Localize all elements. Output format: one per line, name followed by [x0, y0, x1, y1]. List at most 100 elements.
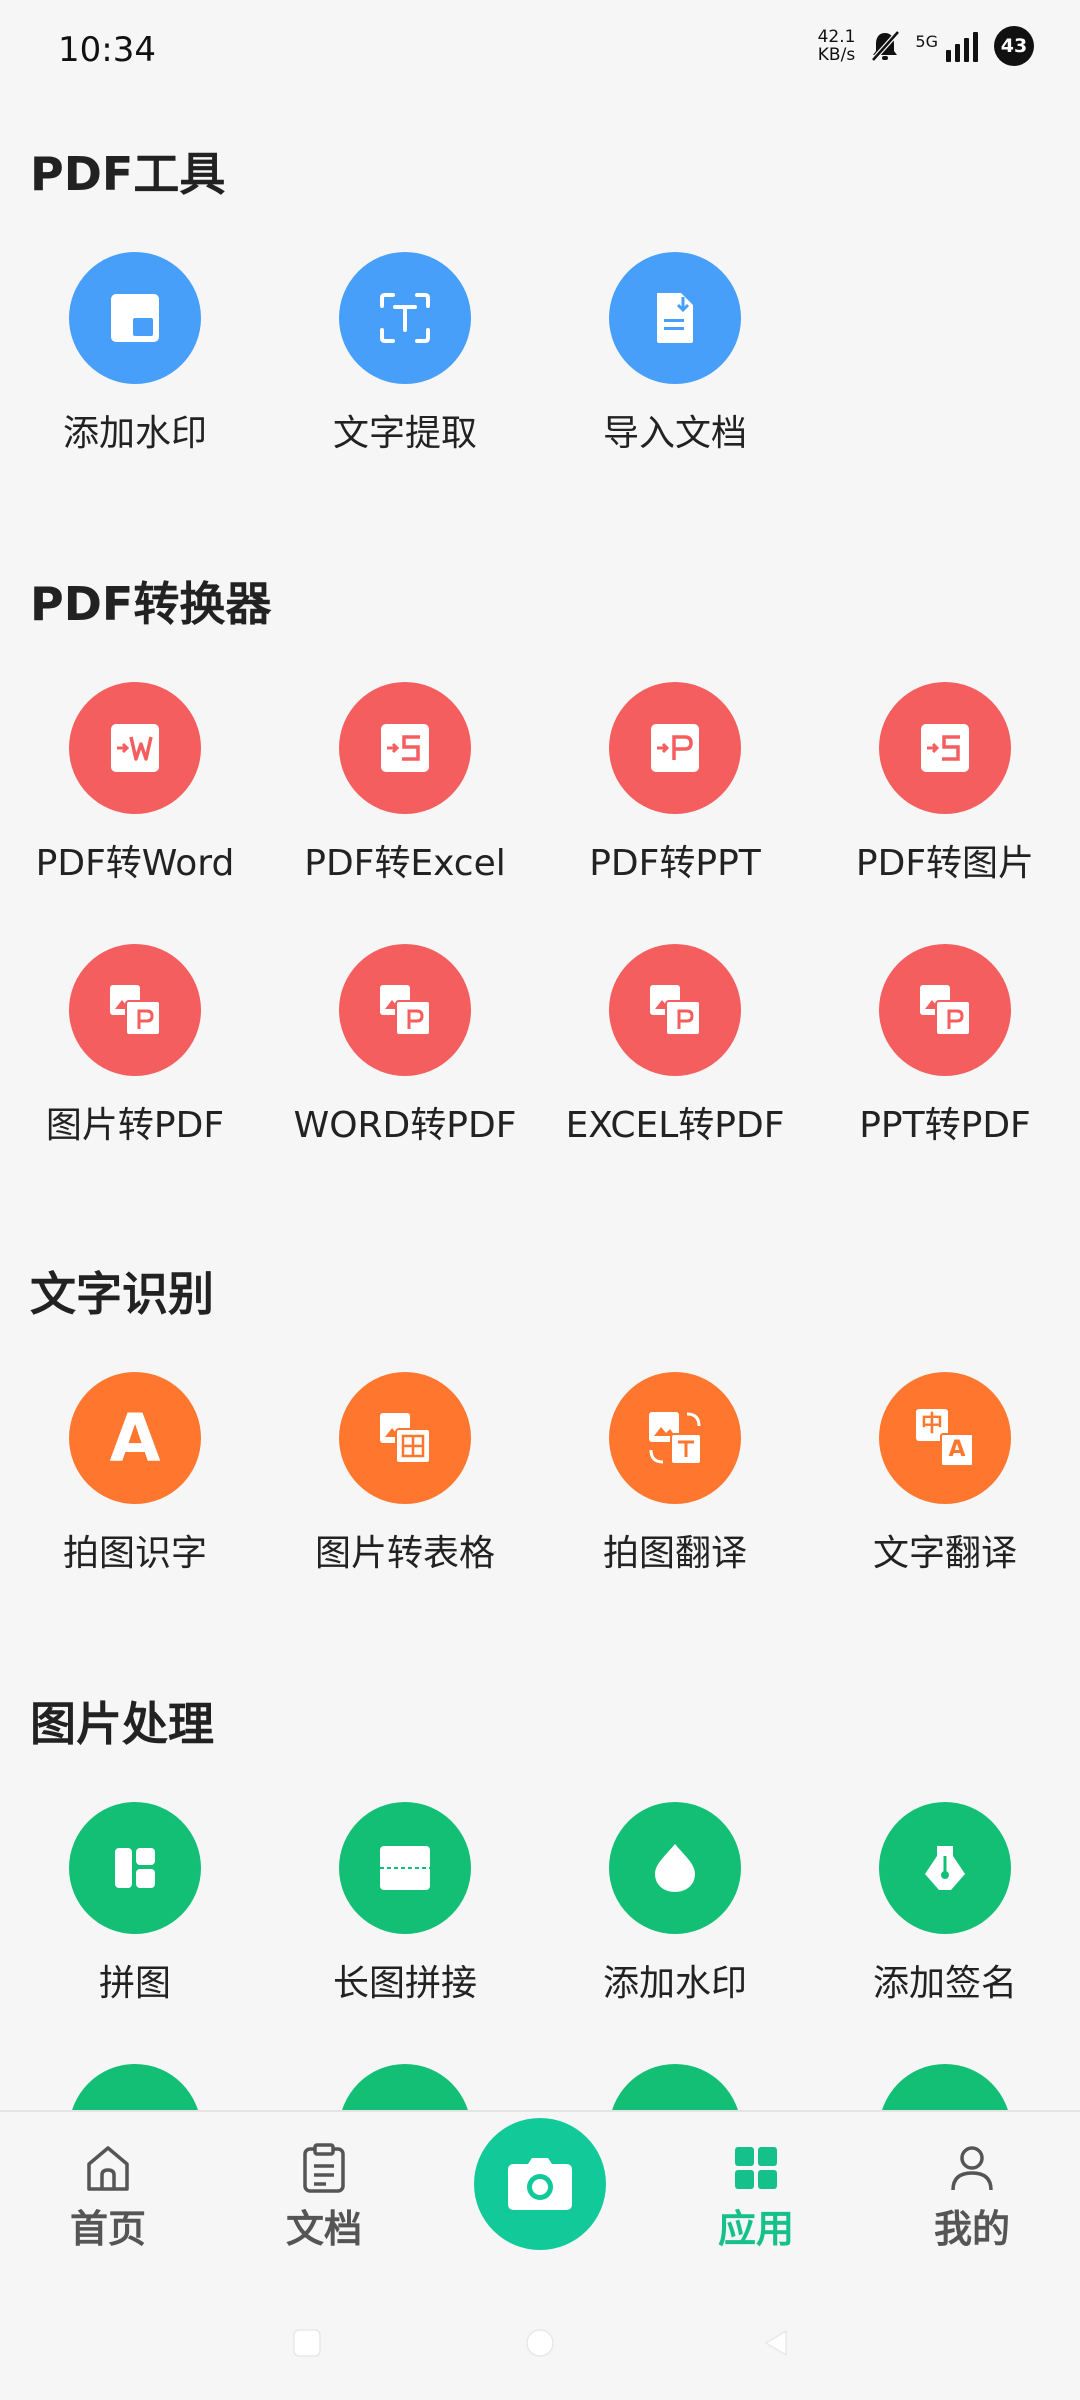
signal-icon: [946, 30, 980, 62]
tool-pdf-to-image[interactable]: PDF转图片: [810, 682, 1080, 902]
pdf-to-word-icon: [69, 682, 201, 814]
image-to-pdf-icon: [69, 944, 201, 1076]
network-speed-unit: KB/s: [817, 45, 856, 65]
icon-glyph-sub: A: [940, 1433, 974, 1467]
tool-text-extract[interactable]: 文字提取: [270, 252, 540, 472]
camera-button[interactable]: [474, 2118, 606, 2250]
tool-import-document[interactable]: 导入文档: [540, 252, 810, 472]
tool-label: 文字翻译: [872, 1533, 1017, 1574]
image-watermark-icon: [609, 1802, 741, 1934]
status-indicators: 42.1 KB/s 5G 43: [818, 26, 1034, 66]
tool-label: 导入文档: [602, 413, 747, 454]
apps-icon: [735, 2147, 777, 2189]
long-image-stitch-icon: [339, 1802, 471, 1934]
tool-label: EXCEL转PDF: [565, 1105, 785, 1146]
tool-word-to-pdf[interactable]: WORD转PDF: [270, 944, 540, 1164]
photo-text-recognition-icon: A: [69, 1372, 201, 1504]
nav-item-home[interactable]: 首页: [18, 2112, 198, 2272]
tool-label: PPT转PDF: [859, 1105, 1031, 1146]
tool-image-to-table[interactable]: 图片转表格: [270, 1372, 540, 1592]
tool-label: 图片转表格: [314, 1533, 495, 1574]
translate-glyphs: 中 A: [916, 1409, 974, 1467]
section-title: 文字识别: [30, 1267, 214, 1321]
pdf-to-image-icon: [879, 682, 1011, 814]
tool-ppt-to-pdf[interactable]: PPT转PDF: [810, 944, 1080, 1164]
ppt-to-pdf-icon: [879, 944, 1011, 1076]
tool-icon-partial: [609, 2064, 741, 2110]
import-document-icon: [609, 252, 741, 384]
watermark-icon: [69, 252, 201, 384]
tool-label: PDF转PPT: [589, 843, 761, 884]
tool-pdf-to-word[interactable]: PDF转Word: [0, 682, 270, 902]
home-button[interactable]: [525, 2328, 555, 2358]
mute-icon: [869, 29, 901, 63]
tool-label: PDF转图片: [855, 843, 1035, 884]
tool-label: 文字提取: [332, 413, 477, 454]
tool-icon-partial: [879, 2064, 1011, 2110]
tool-label: 拼图: [98, 1963, 171, 2004]
nav-item-profile[interactable]: 我的: [882, 2112, 1062, 2272]
tool-add-signature[interactable]: 添加签名: [810, 1802, 1080, 2022]
tool-label: WORD转PDF: [293, 1105, 517, 1146]
nav-label: 应用: [717, 2207, 794, 2251]
tool-label: 添加水印: [62, 413, 207, 454]
tool-partial-row[interactable]: [810, 2064, 1080, 2110]
system-nav-bar: [0, 2270, 1080, 2400]
tool-photo-translate[interactable]: 拍图翻译: [540, 1372, 810, 1592]
tool-partial-row[interactable]: [0, 2064, 270, 2110]
network-speed-value: 42.1: [817, 27, 856, 47]
status-bar: 10:34 42.1 KB/s 5G 43: [0, 0, 1080, 100]
home-icon: [87, 2146, 129, 2191]
collage-icon: [69, 1802, 201, 1934]
tool-label: 拍图翻译: [602, 1533, 747, 1574]
tool-icon-partial: [69, 2064, 201, 2110]
text-extract-icon: [339, 252, 471, 384]
document-icon: [303, 2143, 345, 2193]
pdf-to-excel-icon: [339, 682, 471, 814]
camera-icon: [508, 2158, 572, 2210]
section-title: PDF转换器: [30, 577, 272, 631]
tool-add-watermark[interactable]: 添加水印: [0, 252, 270, 472]
tool-label: PDF转Word: [35, 843, 235, 884]
nav-item-documents[interactable]: 文档: [234, 2112, 414, 2272]
nav-label: 首页: [69, 2207, 146, 2251]
battery-level: 43: [994, 26, 1034, 66]
word-to-pdf-icon: [339, 944, 471, 1076]
tool-excel-to-pdf[interactable]: EXCEL转PDF: [540, 944, 810, 1164]
tool-label: 长图拼接: [332, 1963, 477, 2004]
recent-apps-button[interactable]: [292, 2328, 322, 2358]
profile-icon: [951, 2146, 993, 2191]
tool-label: 添加水印: [602, 1963, 747, 2004]
tool-text-translate[interactable]: 中 A 文字翻译: [810, 1372, 1080, 1592]
signature-icon: [879, 1802, 1011, 1934]
tool-label: 图片转PDF: [45, 1105, 225, 1146]
text-translate-icon: 中 A: [879, 1372, 1011, 1504]
tool-partial-row[interactable]: [270, 2064, 540, 2110]
section-title: PDF工具: [30, 147, 226, 201]
tool-collage[interactable]: 拼图: [0, 1802, 270, 2022]
tool-pdf-to-ppt[interactable]: PDF转PPT: [540, 682, 810, 902]
apps-content[interactable]: PDF工具 添加水印 文字提取 导入文档 PDF转换器 PDF转Word PDF…: [0, 100, 1080, 2110]
back-button[interactable]: [760, 2328, 790, 2358]
nav-item-apps[interactable]: 应用: [666, 2112, 846, 2272]
excel-to-pdf-icon: [609, 944, 741, 1076]
tool-label: PDF转Excel: [304, 843, 506, 884]
section-title: 图片处理: [30, 1697, 214, 1751]
photo-translate-icon: [609, 1372, 741, 1504]
tool-long-image-stitch[interactable]: 长图拼接: [270, 1802, 540, 2022]
tool-image-to-pdf[interactable]: 图片转PDF: [0, 944, 270, 1164]
network-speed: 42.1 KB/s: [818, 28, 856, 64]
nav-label: 文档: [285, 2207, 362, 2251]
tool-label: 拍图识字: [62, 1533, 207, 1574]
status-time: 10:34: [58, 30, 156, 70]
tool-label: 添加签名: [872, 1963, 1017, 2004]
tool-pdf-to-excel[interactable]: PDF转Excel: [270, 682, 540, 902]
nav-label: 我的: [933, 2207, 1010, 2251]
tool-image-watermark[interactable]: 添加水印: [540, 1802, 810, 2022]
tool-icon-partial: [339, 2064, 471, 2110]
tool-photo-text-recognition[interactable]: A 拍图识字: [0, 1372, 270, 1592]
network-type: 5G: [915, 32, 938, 51]
image-to-table-icon: [339, 1372, 471, 1504]
tool-partial-row[interactable]: [540, 2064, 810, 2110]
pdf-to-ppt-icon: [609, 682, 741, 814]
